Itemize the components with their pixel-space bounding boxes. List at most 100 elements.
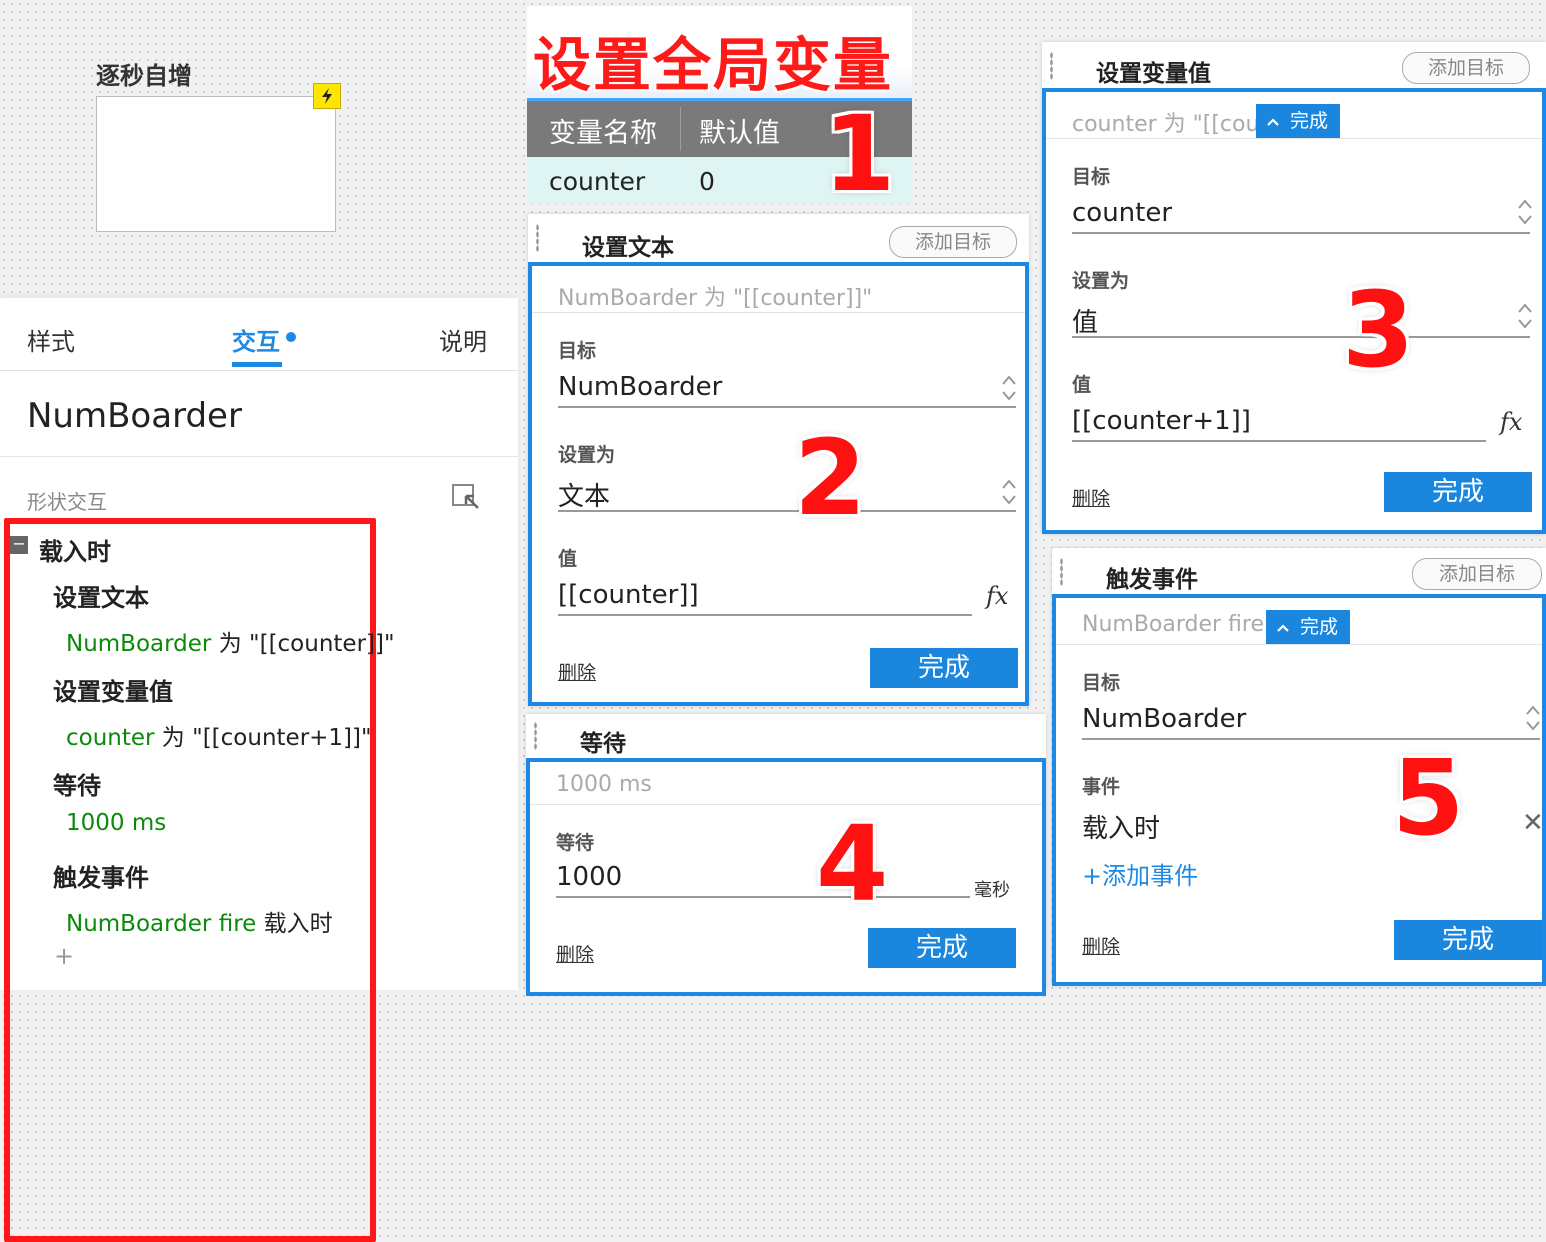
collapse-icon[interactable]: − [10,536,28,554]
value-label: 值 [1072,374,1092,396]
target-select[interactable]: NumBoarder [558,372,722,402]
step-number: 2 [794,417,867,539]
stepper-icon[interactable] [1516,196,1534,228]
fx-icon[interactable]: fx [1500,408,1522,436]
unit-label: 毫秒 [974,880,1010,901]
step-number: 4 [816,803,889,925]
target-label: 目标 [558,340,597,362]
panel-tabs: 样式 交互 说明 [0,298,518,371]
interaction-panel: 样式 交互 说明 NumBoarder 形状交互 − 载入时 设置文本 NumB… [0,298,518,1242]
stepper-icon[interactable] [1000,372,1018,404]
card-header: 等待 [526,714,1046,758]
step-number: 1 [823,93,896,215]
drag-handle-icon[interactable] [536,224,539,252]
tab-active-underline [232,362,282,367]
delete-link[interactable]: 删除 [558,658,596,685]
canvas-widget[interactable] [96,96,336,232]
done-button[interactable]: 完成 [870,648,1018,688]
target-select[interactable]: counter [1072,198,1172,228]
card-body: NumBoarder 为 "[[counter]]" 目标 NumBoarder… [528,262,1029,706]
action-summary: 1000 ms [556,772,652,797]
step-number: 5 [1392,737,1465,859]
drag-handle-icon[interactable] [1060,558,1063,586]
event-onload[interactable]: 载入时 [39,532,111,567]
field-underline [558,614,972,616]
step-number: 3 [1342,269,1415,391]
annotation-title: 设置全局变量 [533,31,894,99]
card-header: 触发事件 添加目标 [1052,548,1546,594]
fx-icon[interactable]: fx [986,582,1008,610]
target-label: 目标 [1072,166,1111,188]
card-body: counter 为 "[[cou 完成 目标 counter 设置为 值 值 [… [1042,88,1546,534]
divider [0,456,518,457]
action-description[interactable]: NumBoarder fire 载入时 [66,904,333,938]
wait-card: 等待 1000 ms 等待 1000 毫秒 删除 完成 4 [526,714,1046,996]
action-name[interactable]: 触发事件 [53,858,149,893]
action-summary: NumBoarder fire [1082,612,1265,637]
field-underline [1082,738,1540,740]
action-description[interactable]: counter 为 "[[counter+1]]" [66,718,372,752]
card-body: NumBoarder fire 完成 目标 NumBoarder 事件 载入时 … [1052,594,1546,986]
delete-link[interactable]: 删除 [1072,484,1110,511]
add-target-button[interactable]: 添加目标 [889,226,1017,258]
event-value: 载入时 [1082,814,1161,844]
set-as-label: 设置为 [1072,270,1130,292]
add-target-button[interactable]: 添加目标 [1412,558,1542,590]
tab-notes[interactable]: 说明 [439,322,487,357]
stepper-icon[interactable] [1000,476,1018,508]
field-underline [1072,232,1530,234]
tab-interaction[interactable]: 交互 [232,322,280,357]
done-button[interactable]: 完成 [1394,920,1542,960]
action-description[interactable]: NumBoarder 为 "[[counter]]" [66,624,395,658]
selected-widget-name: NumBoarder [27,396,242,436]
add-case-icon[interactable]: + [54,942,74,970]
field-underline [1072,336,1530,338]
field-underline [558,406,1016,408]
done-button[interactable]: 完成 [868,928,1016,968]
delete-link[interactable]: 删除 [556,940,594,967]
card-title: 触发事件 [1106,567,1198,593]
section-label: 形状交互 [27,490,107,514]
card-title: 等待 [580,731,626,757]
divider [530,804,1042,805]
chevron-up-icon [1267,118,1279,126]
value-input[interactable]: [[counter]] [558,580,699,610]
stepper-icon[interactable] [1516,300,1534,332]
set-text-card: 设置文本 添加目标 NumBoarder 为 "[[counter]]" 目标 … [528,214,1029,706]
target-label: 目标 [1082,672,1121,694]
lightning-icon[interactable] [313,83,341,109]
set-as-select[interactable]: 文本 [558,476,610,513]
drag-handle-icon[interactable] [534,722,537,750]
chevron-up-icon [1277,624,1289,632]
action-description[interactable]: 1000 ms [66,810,166,836]
collapse-done-button[interactable]: 完成 [1256,104,1341,138]
value-input[interactable]: [[counter+1]] [1072,406,1251,436]
variable-name: counter [549,167,646,196]
card-header: 设置变量值 添加目标 [1042,42,1546,88]
card-title: 设置变量值 [1096,61,1211,87]
collapse-done-button[interactable]: 完成 [1266,610,1351,644]
card-body: 1000 ms 等待 1000 毫秒 删除 完成 4 [526,758,1046,996]
fire-event-card: 触发事件 添加目标 NumBoarder fire 完成 目标 NumBoard… [1052,548,1546,986]
event-label: 事件 [1082,776,1121,798]
stepper-icon[interactable] [1524,702,1542,734]
delete-link[interactable]: 删除 [1082,932,1120,959]
drag-handle-icon[interactable] [1050,52,1053,80]
action-summary: counter 为 "[[cou [1072,112,1260,137]
action-name[interactable]: 等待 [53,766,101,801]
action-name[interactable]: 设置文本 [53,578,149,613]
done-button[interactable]: 完成 [1384,472,1532,512]
wait-label: 等待 [556,832,595,854]
close-icon[interactable]: ✕ [1522,808,1544,838]
wait-input[interactable]: 1000 [556,862,622,892]
card-header: 设置文本 添加目标 [528,214,1029,262]
tab-style[interactable]: 样式 [27,322,75,357]
add-event-link[interactable]: +添加事件 [1082,856,1198,891]
set-variable-card: 设置变量值 添加目标 counter 为 "[[cou 完成 目标 counte… [1042,42,1546,534]
pick-widget-icon[interactable] [452,484,479,509]
action-name[interactable]: 设置变量值 [53,672,173,707]
add-target-button[interactable]: 添加目标 [1402,52,1530,84]
set-as-select[interactable]: 值 [1072,302,1098,339]
target-select[interactable]: NumBoarder [1082,704,1246,734]
divider [1056,644,1542,645]
